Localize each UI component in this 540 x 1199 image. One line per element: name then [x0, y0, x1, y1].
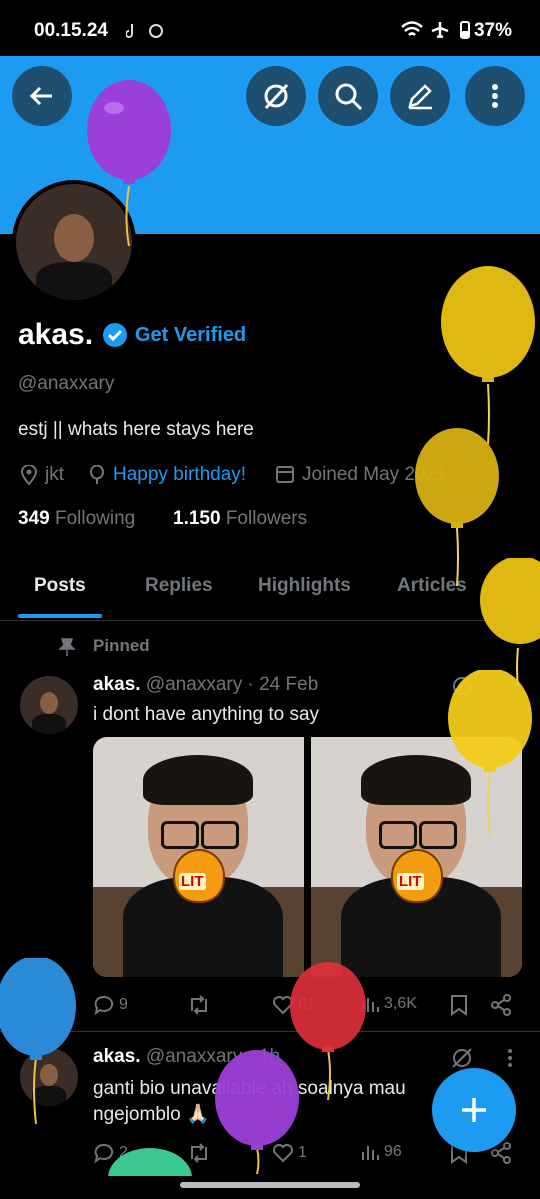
reply-icon [94, 995, 114, 1016]
tab-posts[interactable]: Posts [34, 560, 86, 620]
lit-sticker: LIT [179, 873, 206, 890]
tab-highlights[interactable]: Highlights [258, 560, 351, 620]
balloon-decoration [0, 958, 76, 1125]
followers-label: Followers [225, 508, 308, 529]
post-header: akas. @anaxxary · 24 Feb [93, 674, 318, 696]
post-handle: @anaxxary [145, 674, 243, 695]
back-button[interactable] [12, 66, 72, 126]
share-icon[interactable] [490, 994, 512, 1016]
post-date: · 24 Feb [247, 674, 319, 695]
profile-handle: @anaxxary [18, 373, 115, 394]
edit-button[interactable] [390, 66, 450, 126]
followers-stat[interactable]: 1.150 Followers [173, 508, 307, 530]
repost-icon [191, 995, 207, 1015]
post-text: i dont have anything to say [93, 704, 320, 725]
tab-indicator [18, 614, 102, 618]
views-count: 3,6K [384, 995, 417, 1012]
balloon-decoration [441, 266, 535, 445]
reply-count: 9 [119, 996, 128, 1013]
balloon-decoration [448, 670, 532, 837]
grok-button[interactable] [246, 66, 306, 126]
calendar-icon [276, 466, 294, 483]
balloon-decoration [480, 558, 540, 687]
battery-percent: 37% [473, 20, 512, 41]
divider [0, 620, 540, 621]
balloon-decoration [215, 1050, 299, 1175]
profile-bio: estj || whats here stays here [18, 419, 254, 440]
profile-location: jkt [45, 464, 64, 485]
verified-icon [103, 323, 127, 347]
views-icon [362, 1146, 379, 1160]
post-author[interactable]: akas. [93, 1046, 141, 1067]
grok-icon [264, 83, 289, 110]
wifi-airplane-icons [401, 21, 449, 39]
more-icon [492, 84, 498, 108]
following-count: 349 [18, 508, 50, 529]
views-count: 96 [384, 1143, 402, 1160]
post-image[interactable]: LIT [93, 737, 304, 977]
followers-count: 1.150 [173, 508, 221, 529]
grok-icon[interactable] [450, 1046, 474, 1070]
profile-name: akas. [18, 318, 94, 351]
compose-icon [462, 1098, 486, 1122]
home-indicator[interactable] [180, 1182, 360, 1188]
tab-replies[interactable]: Replies [145, 560, 213, 620]
edit-icon [408, 84, 432, 110]
birthday-link[interactable]: Happy birthday! [113, 464, 246, 486]
reply-button[interactable]: 9 [93, 994, 128, 1016]
balloon-decoration [108, 1148, 192, 1176]
views-button[interactable]: 96 [360, 1142, 402, 1162]
bookmark-icon[interactable] [449, 994, 469, 1016]
divider [0, 1031, 540, 1032]
following-label: Following [54, 508, 136, 529]
battery-icon [460, 21, 470, 39]
back-icon [29, 86, 52, 106]
more-icon[interactable] [500, 1046, 520, 1070]
get-verified-link[interactable]: Get Verified [135, 324, 246, 347]
post-avatar[interactable] [20, 676, 78, 734]
following-stat[interactable]: 349 Following [18, 508, 135, 530]
search-button[interactable] [318, 66, 378, 126]
post-author[interactable]: akas. [93, 674, 141, 695]
notification-icons [126, 24, 163, 38]
more-button[interactable] [465, 66, 525, 126]
pin-icon [58, 638, 76, 656]
search-icon [335, 83, 363, 111]
status-bar: 00.15.24 37% [0, 0, 540, 56]
compose-button[interactable] [432, 1068, 516, 1152]
location-icon [20, 465, 38, 485]
balloon-decoration [87, 80, 171, 247]
balloon-icon [90, 465, 104, 484]
status-time: 00.15.24 [34, 20, 108, 41]
lit-sticker: LIT [397, 873, 424, 890]
repost-button[interactable] [187, 994, 211, 1016]
views-button[interactable]: 3,6K [360, 994, 417, 1014]
pinned-label: Pinned [93, 636, 150, 655]
